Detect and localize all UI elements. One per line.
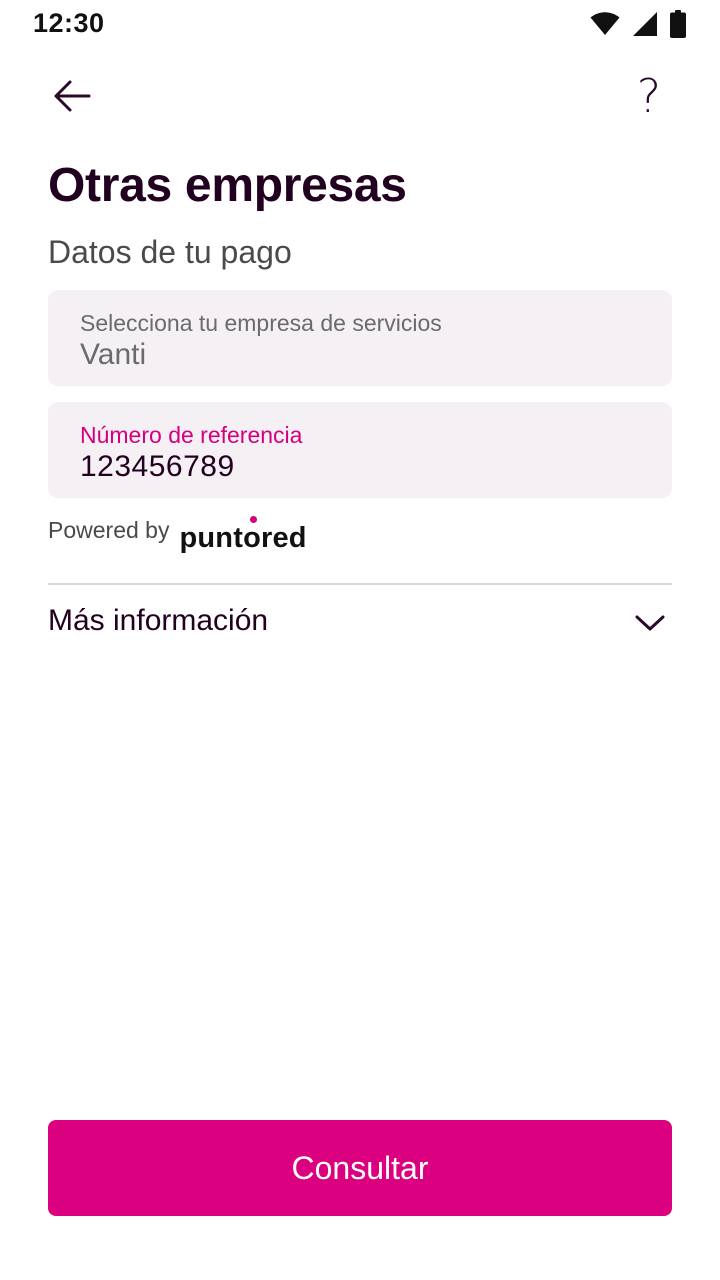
reference-number-field[interactable]: Número de referencia 123456789 — [48, 402, 672, 498]
back-button[interactable] — [50, 74, 94, 118]
more-info-toggle[interactable]: Más información — [48, 596, 672, 652]
signal-icon — [633, 12, 657, 36]
company-select-label: Selecciona tu empresa de servicios — [80, 310, 442, 336]
status-icons — [590, 10, 686, 38]
company-select-value: Vanti — [80, 338, 147, 371]
consultar-button-label: Consultar — [291, 1149, 429, 1186]
status-bar: 12:30 — [0, 0, 720, 48]
section-subtitle: Datos de tu pago — [48, 234, 292, 270]
help-button[interactable]: ? — [624, 70, 674, 122]
company-select-field[interactable]: Selecciona tu empresa de servicios Vanti — [48, 290, 672, 386]
wifi-icon — [590, 12, 620, 35]
puntored-logo-text: puntored — [179, 522, 307, 554]
page-title: Otras empresas — [48, 159, 407, 212]
more-info-label: Más información — [48, 604, 269, 637]
puntored-logo: puntored — [179, 516, 307, 555]
screen: 12:30 ? Otras empresas Datos de tu pago … — [0, 0, 720, 1280]
powered-by: Powered by puntored — [48, 516, 307, 554]
question-mark-icon: ? — [636, 69, 662, 123]
battery-icon — [670, 10, 686, 38]
consultar-button[interactable]: Consultar — [48, 1120, 672, 1216]
divider — [48, 583, 672, 585]
arrow-left-icon — [54, 80, 91, 112]
reference-number-value: 123456789 — [80, 450, 235, 483]
status-time: 12:30 — [33, 8, 105, 38]
powered-by-text: Powered by — [48, 517, 170, 543]
reference-number-label: Número de referencia — [80, 422, 303, 448]
chevron-down-icon — [635, 615, 665, 631]
